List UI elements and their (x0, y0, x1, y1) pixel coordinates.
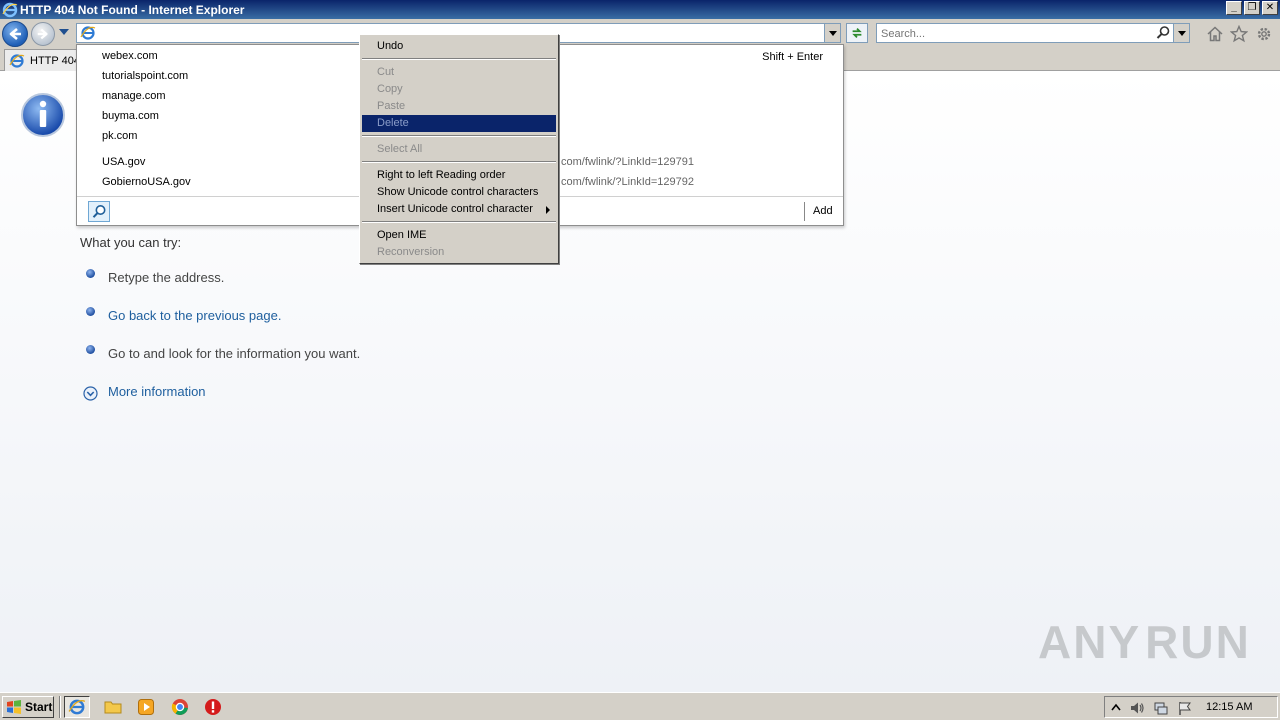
menu-item-undo[interactable]: Undo (362, 38, 556, 55)
recent-pages-dropdown[interactable] (59, 29, 69, 35)
home-icon[interactable] (1206, 25, 1224, 43)
search-icon (92, 204, 106, 218)
menu-separator (362, 221, 556, 223)
start-button[interactable]: Start (2, 696, 54, 718)
system-tray: 12:15 AM (1104, 696, 1278, 718)
maximize-button[interactable]: ❐ (1244, 1, 1260, 15)
search-input[interactable] (881, 26, 1151, 41)
refresh-button[interactable] (846, 23, 868, 43)
menu-item-open-ime[interactable]: Open IME (362, 227, 556, 244)
show-hidden-icons-chevron-icon[interactable] (1108, 700, 1124, 716)
menu-item-select-all[interactable]: Select All (362, 141, 556, 158)
start-label: Start (25, 700, 53, 714)
forward-button[interactable] (31, 22, 55, 46)
chrome-icon (171, 699, 188, 715)
go-back-link[interactable]: Go back to the previous page. (108, 308, 281, 323)
close-button[interactable]: ✕ (1262, 1, 1278, 15)
taskbar-app-internet-explorer[interactable] (64, 696, 90, 718)
expand-chevron-icon[interactable] (83, 386, 98, 401)
folder-icon (104, 701, 122, 714)
favorite-item[interactable]: GobiernoUSA.gov (102, 176, 191, 188)
what-you-can-try-label: What you can try: (80, 235, 182, 250)
minimize-button[interactable]: _ (1226, 1, 1242, 15)
favorites-star-icon[interactable] (1230, 25, 1248, 43)
search-provider-dropdown[interactable] (1173, 24, 1189, 42)
window-title: HTTP 404 Not Found - Internet Explorer (20, 2, 245, 17)
history-item[interactable]: manage.com (102, 90, 166, 102)
context-menu: Undo Cut Copy Paste Delete Select All Ri… (359, 34, 559, 264)
media-player-icon (138, 699, 154, 715)
address-dropdown-button[interactable] (824, 24, 840, 42)
history-item[interactable]: tutorialspoint.com (102, 70, 188, 82)
menu-separator (362, 135, 556, 137)
action-center-flag-icon[interactable] (1177, 700, 1193, 716)
gear-icon[interactable] (1255, 25, 1273, 43)
menu-item-insert-unicode[interactable]: Insert Unicode control character (362, 201, 556, 218)
anyrun-watermark: ANY RUN (1038, 610, 1249, 674)
network-icon[interactable] (1153, 700, 1169, 716)
refresh-icon (852, 28, 862, 38)
history-item[interactable]: buyma.com (102, 110, 159, 122)
internet-explorer-icon (68, 699, 86, 715)
menu-item-copy[interactable]: Copy (362, 81, 556, 98)
internet-explorer-icon (9, 53, 25, 68)
tip-go-to: Go to and look for the information you w… (108, 346, 361, 361)
add-button[interactable]: Add (813, 205, 833, 217)
tip-retype: Retype the address. (108, 270, 225, 285)
divider (59, 696, 61, 718)
clock[interactable]: 12:15 AM (1206, 701, 1252, 713)
history-item[interactable]: webex.com (102, 50, 158, 62)
watermark-text-left: ANY (1038, 616, 1142, 668)
menu-item-reconversion[interactable]: Reconversion (362, 244, 556, 261)
menu-item-delete[interactable]: Delete (362, 115, 556, 132)
forward-icon (37, 28, 48, 40)
taskbar-app-security[interactable] (200, 696, 226, 718)
menu-separator (362, 161, 556, 163)
shift-enter-hint: Shift + Enter (762, 51, 823, 63)
menu-item-show-unicode[interactable]: Show Unicode control characters (362, 184, 556, 201)
history-item[interactable]: pk.com (102, 130, 137, 142)
internet-explorer-icon (80, 26, 96, 40)
favorite-item[interactable]: USA.gov (102, 156, 145, 168)
security-alert-icon (205, 699, 221, 715)
internet-explorer-icon (2, 2, 18, 17)
taskbar-app-media-player[interactable] (133, 696, 159, 718)
menu-item-cut[interactable]: Cut (362, 64, 556, 81)
taskbar-app-explorer[interactable] (100, 696, 126, 718)
more-information-link[interactable]: More information (108, 384, 206, 399)
search-suggestions-button[interactable] (88, 201, 110, 222)
taskbar: Start 12:15 AM (0, 692, 1280, 720)
navigation-bar (0, 19, 1280, 47)
windows-logo-icon (7, 700, 21, 714)
favorite-url: com/fwlink/?LinkId=129792 (561, 176, 694, 188)
menu-item-paste[interactable]: Paste (362, 98, 556, 115)
bullet-icon (86, 345, 95, 354)
taskbar-app-chrome[interactable] (167, 696, 193, 718)
menu-item-label: Insert Unicode control character (377, 203, 533, 215)
volume-icon[interactable] (1129, 700, 1145, 716)
menu-separator (362, 58, 556, 60)
info-icon (21, 93, 65, 137)
back-icon (9, 28, 21, 40)
search-icon[interactable] (1155, 25, 1171, 41)
favorite-url: com/fwlink/?LinkId=129791 (561, 156, 694, 168)
divider (804, 202, 805, 221)
watermark-text-right: RUN (1145, 616, 1251, 668)
bullet-icon (86, 307, 95, 316)
title-bar: HTTP 404 Not Found - Internet Explorer _… (0, 0, 1280, 19)
search-box[interactable] (876, 23, 1190, 43)
menu-item-rtl-reading-order[interactable]: Right to left Reading order (362, 167, 556, 184)
back-button[interactable] (2, 21, 28, 47)
bullet-icon (86, 269, 95, 278)
submenu-arrow-icon (546, 206, 550, 214)
